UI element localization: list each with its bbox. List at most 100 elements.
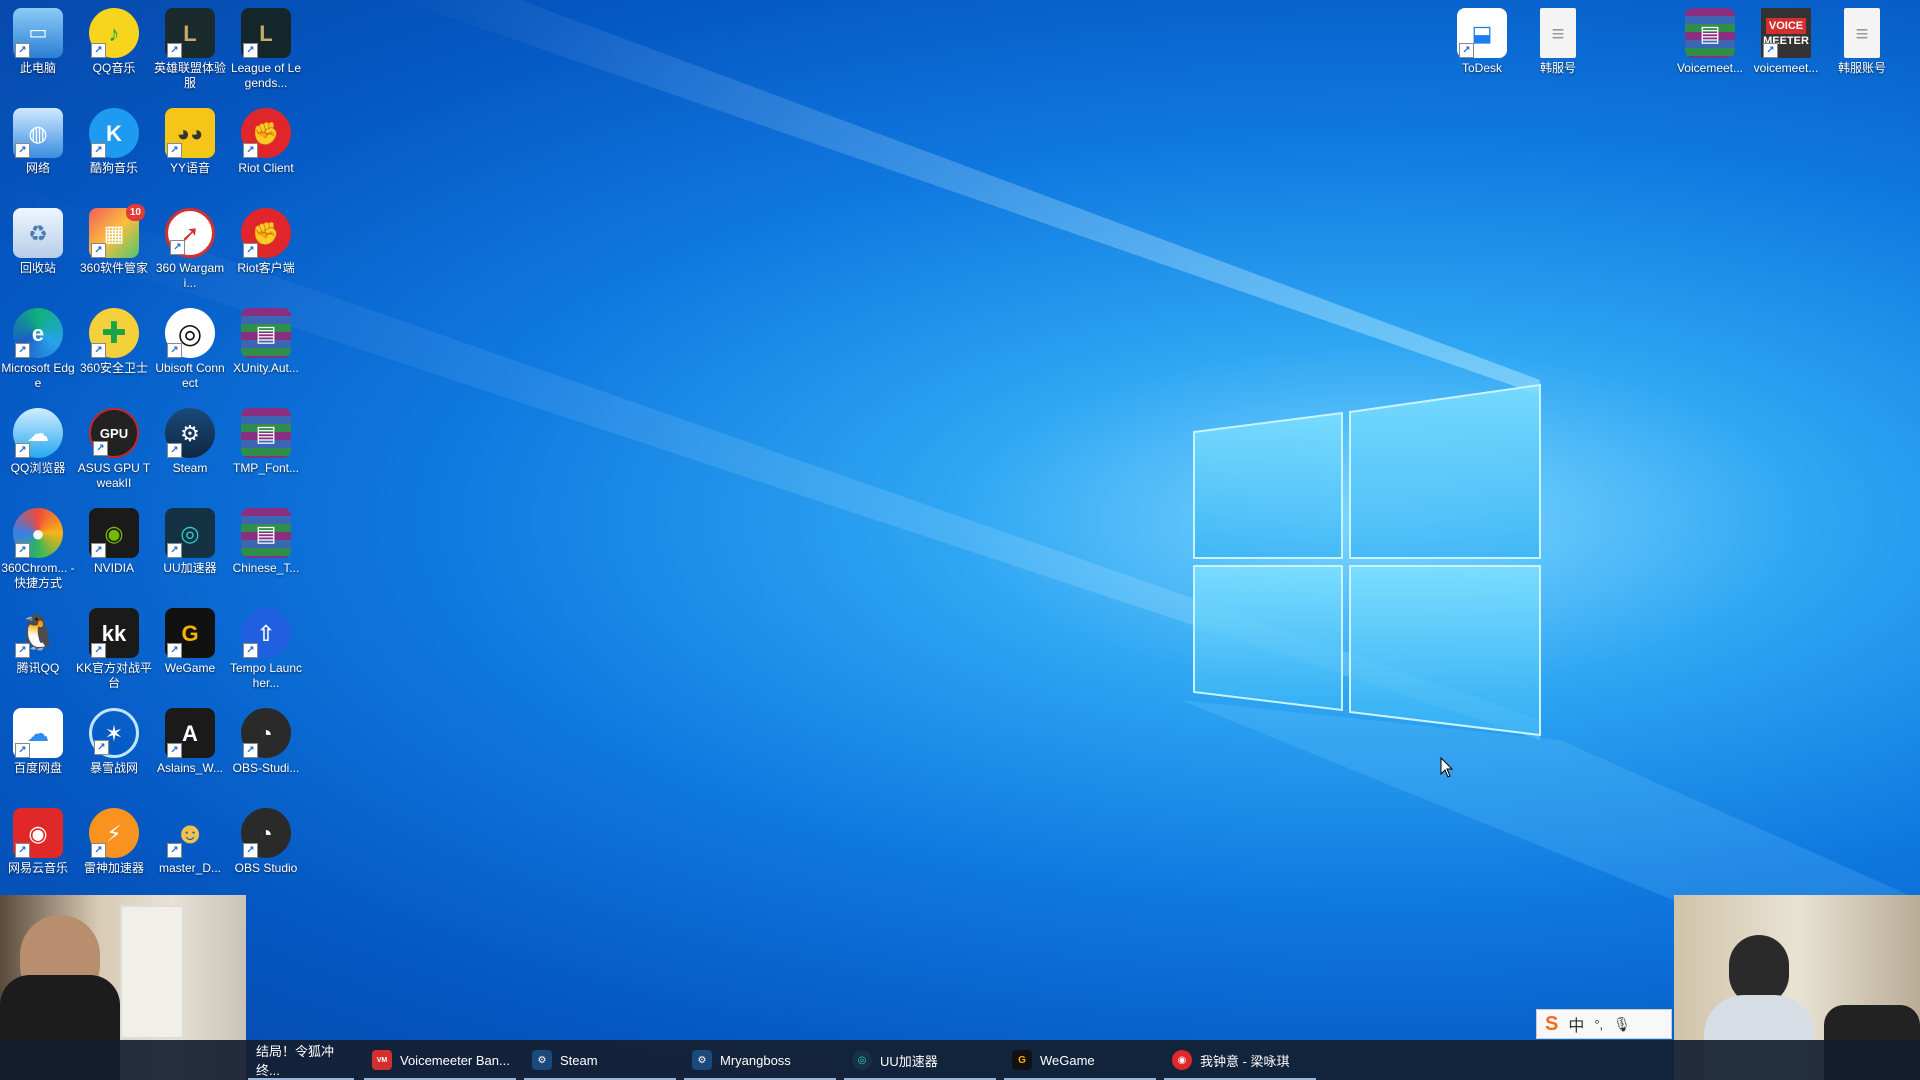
- tempo-icon: ⇧ ↗: [241, 608, 291, 658]
- taskbar-item-label: 结局！令狐冲终...: [256, 1044, 335, 1078]
- desktop-icon-master-duel[interactable]: ☻ ↗ master_D...: [152, 804, 228, 900]
- desktop-icon-xunity[interactable]: ▤ XUnity.Aut...: [228, 304, 304, 400]
- voicemeeter-logo-line1: VOICE: [1765, 18, 1807, 34]
- text-file-icon: ≡: [1540, 8, 1576, 58]
- riot-client-cn-icon: ✊ ↗: [241, 208, 291, 258]
- 360-chrome-icon: ● ↗: [13, 508, 63, 558]
- ime-toolbar[interactable]: S 中 °, 🎙: [1536, 1009, 1672, 1039]
- sogou-logo-icon[interactable]: S: [1545, 1013, 1558, 1036]
- desktop-icon-obs-studi[interactable]: ◔ ↗ OBS-Studi...: [228, 704, 304, 800]
- 360-safe-icon: ✚ ↗: [89, 308, 139, 358]
- nvidia-icon: ◉ ↗: [89, 508, 139, 558]
- taskbar-item-uu[interactable]: ◎ UU加速器: [842, 1040, 998, 1080]
- kugou-icon: K ↗: [89, 108, 139, 158]
- desktop-icon-aslain[interactable]: A ↗ Aslains_W...: [152, 704, 228, 800]
- ubisoft-icon: ◎ ↗: [165, 308, 215, 358]
- desktop-icon-tencent-qq[interactable]: 🐧 ↗ 腾讯QQ: [0, 604, 76, 700]
- desktop-icon-tmp-font[interactable]: ▤ TMP_Font...: [228, 404, 304, 500]
- taskbar-item-mryangboss[interactable]: ⚙ Mryangboss: [682, 1040, 838, 1080]
- desktop-icon-battlenet[interactable]: ✶ ↗ 暴雪战网: [76, 704, 152, 800]
- desktop-icon-tempo[interactable]: ⇧ ↗ Tempo Launcher...: [228, 604, 304, 700]
- desktop-icon-kugou[interactable]: K ↗ 酷狗音乐: [76, 104, 152, 200]
- desktop-icon-qq-browser[interactable]: ☁ ↗ QQ浏览器: [0, 404, 76, 500]
- desktop-icon-todesk[interactable]: ⬓ ↗ ToDesk: [1444, 4, 1520, 100]
- taskbar-item-steam[interactable]: ⚙ Steam: [522, 1040, 678, 1080]
- obs-icon: ◔ ↗: [241, 708, 291, 758]
- webcam-door: [120, 905, 184, 1039]
- todesk-icon: ⬓ ↗: [1457, 8, 1507, 58]
- winrar-icon: ▤: [1685, 8, 1735, 58]
- wegame-icon: G: [1012, 1050, 1032, 1070]
- desktop-icon-steam[interactable]: ⚙ ↗ Steam: [152, 404, 228, 500]
- windows-logo: [1193, 383, 1541, 737]
- desktop-icon-obs-studio[interactable]: ◔ ↗ OBS Studio: [228, 804, 304, 900]
- desktop-icon-recycle-bin[interactable]: ♻ 回收站: [0, 204, 76, 300]
- ime-punctuation-toggle[interactable]: °,: [1594, 1017, 1603, 1032]
- desktop-icon-network[interactable]: ◍ ↗ 网络: [0, 104, 76, 200]
- asus-gpu-icon: GPU ↗: [89, 408, 139, 458]
- desktop-icon-korea-server[interactable]: ≡ 韩服号: [1520, 4, 1596, 100]
- desktop-icon-this-pc[interactable]: ▭ ↗ 此电脑: [0, 4, 76, 100]
- qq-browser-icon: ☁ ↗: [13, 408, 63, 458]
- taskbar-item-label: UU加速器: [880, 1053, 938, 1069]
- desktop-icon-360-safe[interactable]: ✚ ↗ 360安全卫士: [76, 304, 152, 400]
- voicemeeter-icon: VM: [372, 1050, 392, 1070]
- taskbar-item-voicemeeter[interactable]: VM Voicemeeter Ban...: [362, 1040, 518, 1080]
- desktop-icon-baidu-pan[interactable]: ☁ ↗ 百度网盘: [0, 704, 76, 800]
- desktop-icon-voicemeeter[interactable]: VOICE MEETER ↗ voicemeet...: [1748, 4, 1824, 100]
- taskbar-item-netease-music[interactable]: ◉ 我钟意 - 梁咏琪: [1162, 1040, 1318, 1080]
- desktop-icon-ubisoft[interactable]: ◎ ↗ Ubisoft Connect: [152, 304, 228, 400]
- desktop-icon-chinese-t[interactable]: ▤ Chinese_T...: [228, 504, 304, 600]
- league-icon: L ↗: [241, 8, 291, 58]
- desktop-icon-wegame[interactable]: G ↗ WeGame: [152, 604, 228, 700]
- battlenet-icon: ✶ ↗: [89, 708, 139, 758]
- desktop-icon-voicemeeter-archive[interactable]: ▤ Voicemeet...: [1672, 4, 1748, 100]
- desktop-icon-kk[interactable]: kk ↗ KK官方对战平台: [76, 604, 152, 700]
- master-duel-icon: ☻ ↗: [165, 808, 215, 858]
- desktop-icon-league[interactable]: L ↗ League of Legends...: [228, 4, 304, 100]
- desktop-icon-edge[interactable]: e ↗ Microsoft Edge: [0, 304, 76, 400]
- kk-icon: kk ↗: [89, 608, 139, 658]
- winrar-icon: ▤: [241, 408, 291, 458]
- desktop-icon-uu[interactable]: ◎ ↗ UU加速器: [152, 504, 228, 600]
- taskbar-item-label: 我钟意 - 梁咏琪: [1200, 1053, 1290, 1069]
- desktop-icon-riot-client[interactable]: ✊ ↗ Riot Client: [228, 104, 304, 200]
- steam-icon: ⚙ ↗: [165, 408, 215, 458]
- taskbar-item-label: Mryangboss: [720, 1052, 791, 1068]
- mouse-cursor-icon: [1440, 757, 1454, 778]
- desktop-icon-riot-client-cn[interactable]: ✊ ↗ Riot客户端: [228, 204, 304, 300]
- aslain-icon: A ↗: [165, 708, 215, 758]
- desktop-icon-360-manager[interactable]: ▦ ↗ 10 360软件管家: [76, 204, 152, 300]
- desktop-icon-yy[interactable]: ◕◕ ↗ YY语音: [152, 104, 228, 200]
- desktop-icon-qq-music[interactable]: ♪ ↗ QQ音乐: [76, 4, 152, 100]
- desktop-icon-360-chrome[interactable]: ● ↗ 360Chrom... - 快捷方式: [0, 504, 76, 600]
- steam-icon: ⚙: [692, 1050, 712, 1070]
- desktop-icon-asus-gpu[interactable]: GPU ↗ ASUS GPU TweakII: [76, 404, 152, 500]
- qq-penguin-icon: 🐧 ↗: [15, 613, 60, 658]
- desktop-icon-leishen[interactable]: ⚡ ↗ 雷神加速器: [76, 804, 152, 900]
- desktop-icon-league-pbe[interactable]: L ↗ 英雄联盟体验服: [152, 4, 228, 100]
- uu-icon: ◎: [852, 1050, 872, 1070]
- yy-icon: ◕◕ ↗: [165, 108, 215, 158]
- desktop-icon-korea-account[interactable]: ≡ 韩服账号: [1824, 4, 1900, 100]
- voicemeeter-icon: VOICE MEETER ↗: [1761, 8, 1811, 58]
- taskbar-item-wegame[interactable]: G WeGame: [1002, 1040, 1158, 1080]
- computer-icon: ▭ ↗: [13, 8, 63, 58]
- edge-icon: e ↗: [13, 308, 63, 358]
- desktop-icon-netease-music[interactable]: ◉ ↗ 网易云音乐: [0, 804, 76, 900]
- 360-wargaming-icon: ➚ ↗: [165, 208, 215, 258]
- taskbar-item-video[interactable]: 结局！令狐冲终...: [246, 1040, 356, 1080]
- baidu-pan-icon: ☁ ↗: [13, 708, 63, 758]
- ime-mode-toggle[interactable]: 中: [1568, 1012, 1584, 1036]
- recycle-bin-icon: ♻: [13, 208, 63, 258]
- microphone-icon[interactable]: 🎙: [1613, 1016, 1631, 1033]
- desktop-icon-nvidia[interactable]: ◉ ↗ NVIDIA: [76, 504, 152, 600]
- wegame-icon: G ↗: [165, 608, 215, 658]
- netease-music-icon: ◉: [1172, 1050, 1192, 1070]
- obs-icon: ◔ ↗: [241, 808, 291, 858]
- desktop-icon-360-wargaming[interactable]: ➚ ↗ 360 Wargami...: [152, 204, 228, 300]
- taskbar-item-label: Steam: [560, 1052, 598, 1068]
- taskbar-item-label: Voicemeeter Ban...: [400, 1052, 510, 1068]
- notification-badge: 10: [125, 204, 145, 221]
- leishen-icon: ⚡ ↗: [89, 808, 139, 858]
